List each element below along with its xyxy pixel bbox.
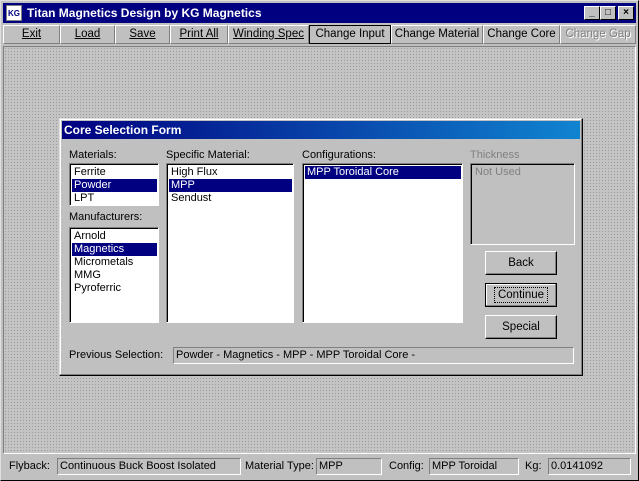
core-selection-dialog: Core Selection Form Materials: Ferrite Po… <box>59 118 583 376</box>
status-bar: Flyback: Continuous Buck Boost Isolated … <box>3 457 636 477</box>
config-field: MPP Toroidal <box>429 458 519 475</box>
kg-label: Kg: <box>525 460 542 472</box>
previous-selection-label: Previous Selection: <box>69 349 164 361</box>
list-item[interactable]: Micrometals <box>72 256 157 269</box>
list-item[interactable]: Arnold <box>72 230 157 243</box>
list-item[interactable]: MPP <box>169 179 292 192</box>
exit-button[interactable]: Exit <box>3 25 60 44</box>
toolbar: Exit Load Save Print All Winding Spec Ch… <box>3 25 636 44</box>
special-button[interactable]: Special <box>485 315 557 339</box>
thickness-list: Not Used <box>470 163 575 245</box>
previous-selection-field: Powder - Magnetics - MPP - MPP Toroidal … <box>173 347 574 364</box>
list-item[interactable]: Ferrite <box>72 166 157 179</box>
thickness-label: Thickness <box>470 149 520 161</box>
continue-button-label: Continue <box>493 287 549 303</box>
list-item[interactable]: Sendust <box>169 192 292 205</box>
title-bar[interactable]: KG Titan Magnetics Design by KG Magnetic… <box>3 3 636 23</box>
special-button-label: Special <box>502 321 540 333</box>
configurations-list[interactable]: MPP Toroidal Core <box>302 163 463 323</box>
maximize-button[interactable]: □ <box>600 6 616 20</box>
window-title: Titan Magnetics Design by KG Magnetics <box>27 6 262 20</box>
material-type-label: Material Type: <box>245 460 314 472</box>
materials-label: Materials: <box>69 149 117 161</box>
list-item[interactable]: Powder <box>72 179 157 192</box>
configurations-label: Configurations: <box>302 149 376 161</box>
specific-material-list[interactable]: High Flux MPP Sendust <box>166 163 294 323</box>
load-button[interactable]: Load <box>60 25 115 44</box>
list-item[interactable]: LPT <box>72 192 157 205</box>
materials-list[interactable]: Ferrite Powder LPT <box>69 163 159 206</box>
list-item: Not Used <box>475 166 521 178</box>
continue-button[interactable]: Continue <box>485 283 557 307</box>
list-item[interactable]: Magnetics <box>72 243 157 256</box>
config-label: Config: <box>389 460 424 472</box>
minimize-button[interactable]: _ <box>584 6 600 20</box>
app-window: KG Titan Magnetics Design by KG Magnetic… <box>0 0 639 481</box>
winding-spec-button[interactable]: Winding Spec <box>228 25 309 44</box>
app-icon[interactable]: KG <box>6 5 22 21</box>
back-button-label: Back <box>508 257 534 269</box>
change-core-button[interactable]: Change Core <box>483 25 560 44</box>
flyback-field: Continuous Buck Boost Isolated <box>57 458 241 475</box>
dialog-title[interactable]: Core Selection Form <box>62 121 580 139</box>
change-material-button[interactable]: Change Material <box>391 25 483 44</box>
list-item[interactable]: MPP Toroidal Core <box>305 166 461 179</box>
print-all-button[interactable]: Print All <box>170 25 228 44</box>
back-button[interactable]: Back <box>485 251 557 275</box>
change-input-button[interactable]: Change Input <box>309 25 391 44</box>
change-gap-button[interactable]: Change Gap <box>560 25 636 44</box>
manufacturers-label: Manufacturers: <box>69 211 143 223</box>
specific-material-label: Specific Material: <box>166 149 250 161</box>
kg-field: 0.0141092 <box>548 458 631 475</box>
material-type-field: MPP <box>316 458 382 475</box>
list-item[interactable]: High Flux <box>169 166 292 179</box>
flyback-label: Flyback: <box>9 460 50 472</box>
manufacturers-list[interactable]: Arnold Magnetics Micrometals MMG Pyroferric <box>69 227 159 323</box>
save-button[interactable]: Save <box>115 25 170 44</box>
list-item[interactable]: Pyroferric <box>72 282 157 295</box>
close-button[interactable]: × <box>618 6 634 20</box>
list-item[interactable]: MMG <box>72 269 157 282</box>
